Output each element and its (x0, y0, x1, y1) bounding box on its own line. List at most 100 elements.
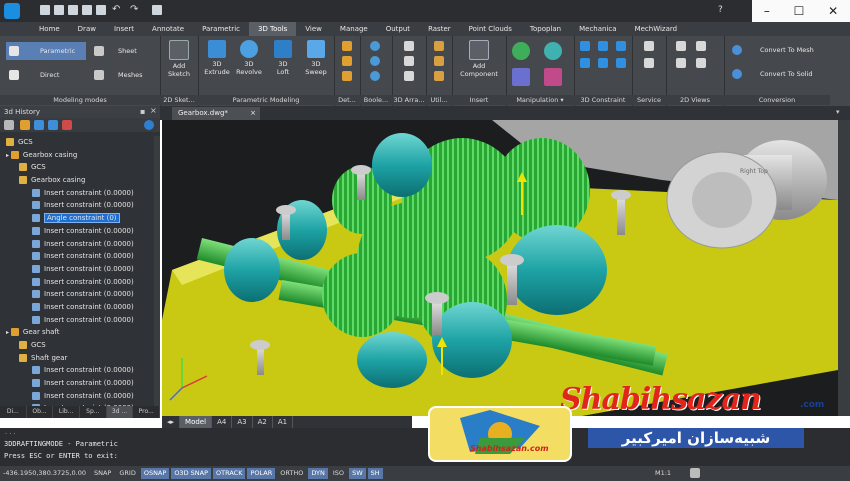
tab-raster[interactable]: Raster (419, 22, 460, 36)
quick-access-icon[interactable] (152, 5, 162, 15)
panel-close-icon[interactable]: × (150, 106, 157, 115)
union-icon[interactable] (370, 41, 380, 51)
toggle-ortho[interactable]: ORTHO (277, 468, 306, 479)
tree-item[interactable]: ▸ Gearbox casing (0, 149, 154, 162)
history-tool-icon-1[interactable] (20, 120, 30, 130)
panel-pin-icon[interactable]: ▪ (140, 107, 145, 116)
tree-item[interactable]: Insert constraint (0.0000) (0, 364, 154, 377)
constraint-icon-3[interactable] (616, 41, 626, 51)
panel-tab[interactable]: Pro... (133, 406, 161, 418)
tab-mechwizard[interactable]: MechWizard (626, 22, 687, 36)
undo-icon[interactable]: ↶ (112, 4, 120, 15)
tab-draw[interactable]: Draw (69, 22, 105, 36)
service-icon-1[interactable] (644, 41, 654, 51)
maximize-icon[interactable]: ☐ (794, 4, 805, 18)
layout-tab-a3[interactable]: A3 (232, 416, 253, 428)
save-icon[interactable] (68, 5, 78, 15)
toggle-o3d-snap[interactable]: O3D SNAP (171, 468, 211, 479)
panel-tab[interactable]: Ob... (27, 406, 54, 418)
util-icon-2[interactable] (434, 56, 444, 66)
viewport-scrollbar[interactable] (838, 120, 850, 416)
tree-item[interactable]: GCS (0, 339, 154, 352)
history-tool-icon-3[interactable] (48, 120, 58, 130)
sheet-button[interactable]: Sheet (92, 42, 156, 60)
tree-item[interactable]: Insert constraint (0.0000) (0, 263, 154, 276)
tree-item[interactable]: ▸ Gear shaft (0, 326, 154, 339)
redo-icon[interactable]: ↷ (130, 4, 138, 15)
help-icon[interactable]: ? (718, 5, 723, 15)
tree-item[interactable]: GCS (0, 136, 154, 149)
tab-annotate[interactable]: Annotate (143, 22, 193, 36)
panel-tab[interactable]: 3d ... (106, 406, 134, 418)
layout-tab-model[interactable]: Model (180, 416, 213, 428)
tree-item[interactable]: Insert constraint (0.0000) (0, 238, 154, 251)
tab-mechanica[interactable]: Mechanica (570, 22, 625, 36)
view-icon-4[interactable] (696, 58, 706, 68)
tree-item[interactable]: Insert constraint (0.0000) (0, 314, 154, 327)
constraint-icon-4[interactable] (580, 58, 590, 68)
close-tab-icon[interactable]: × (250, 107, 256, 120)
settings-icon[interactable] (690, 468, 700, 478)
view-icon-1[interactable] (676, 41, 686, 51)
add-component-button[interactable]: Add Component (456, 40, 502, 78)
detail-icon-1[interactable] (342, 41, 352, 51)
constraint-icon-2[interactable] (598, 41, 608, 51)
parametric-mode-button[interactable]: Parametric (6, 42, 86, 60)
tab-home[interactable]: Home (30, 22, 69, 36)
array-path-icon[interactable] (404, 71, 414, 81)
tree-item[interactable]: Angle constraint (0) (0, 212, 154, 225)
revolve-button[interactable]: 3D Revolve (234, 40, 264, 76)
subtract-icon[interactable] (370, 56, 380, 66)
tree-item[interactable]: Insert constraint (0.0000) (0, 250, 154, 263)
tree-item[interactable]: Insert constraint (0.0000) (0, 301, 154, 314)
util-icon-3[interactable] (434, 71, 444, 81)
tree-item[interactable]: Insert constraint (0.0000) (0, 187, 154, 200)
convert-to-mesh-button[interactable]: Convert To Mesh (730, 42, 828, 58)
meshes-button[interactable]: Meshes (92, 66, 156, 84)
util-icon-1[interactable] (434, 41, 444, 51)
view-icon-3[interactable] (676, 58, 686, 68)
layout-nav-icon[interactable]: ◂▸ (162, 416, 181, 428)
tab-overflow-icon[interactable]: ▾ (836, 108, 840, 116)
tree-item[interactable]: Insert constraint (0.0000) (0, 276, 154, 289)
toggle-polar[interactable]: POLAR (247, 468, 276, 479)
scale-readout[interactable]: M1:1 (652, 468, 674, 479)
service-icon-2[interactable] (644, 58, 654, 68)
array-rect-icon[interactable] (404, 41, 414, 51)
minimize-icon[interactable]: – (764, 4, 770, 18)
detail-icon-3[interactable] (342, 71, 352, 81)
help-circle-icon[interactable] (144, 120, 154, 130)
layout-tab-a1[interactable]: A1 (273, 416, 294, 428)
tree-item[interactable]: Insert constraint (0.0000) (0, 390, 154, 403)
direct-mode-button[interactable]: Direct (6, 66, 86, 84)
tree-item[interactable]: GCS (0, 161, 154, 174)
view-icon-2[interactable] (696, 41, 706, 51)
tree-item[interactable]: Insert constraint (0.0000) (0, 199, 154, 212)
panel-tab[interactable]: Lib... (53, 406, 81, 418)
3d-viewport[interactable]: Right Top (162, 120, 838, 416)
sweep-button[interactable]: 3D Sweep (301, 40, 331, 76)
tree-item[interactable]: Insert constraint (0.0000) (0, 225, 154, 238)
tree-item[interactable]: Insert constraint (0.0000) (0, 377, 154, 390)
tab-3d-tools[interactable]: 3D Tools (248, 22, 297, 36)
history-tool-icon-4[interactable] (62, 120, 72, 130)
layout-tab-a4[interactable]: A4 (212, 416, 233, 428)
panel-tab[interactable]: Sp... (80, 406, 107, 418)
detail-icon-2[interactable] (342, 56, 352, 66)
toggle-sw[interactable]: SW (349, 468, 366, 479)
toggle-otrack[interactable]: OTRACK (213, 468, 246, 479)
loft-button[interactable]: 3D Loft (268, 40, 298, 76)
constraint-icon-1[interactable] (580, 41, 590, 51)
tab-parametric[interactable]: Parametric (193, 22, 249, 36)
tab-insert[interactable]: Insert (105, 22, 143, 36)
panel-tab[interactable]: Di... (0, 406, 27, 418)
tab-topoplan[interactable]: Topoplan (521, 22, 570, 36)
save-as-icon[interactable] (82, 5, 92, 15)
add-sketch-button[interactable]: Add Sketch (164, 40, 194, 78)
view-label[interactable]: Right Top (740, 168, 768, 175)
command-prompt[interactable]: Press ESC or ENTER to exit: (4, 452, 118, 460)
toggle-dyn[interactable]: DYN (308, 468, 328, 479)
toggle-osnap[interactable]: OSNAP (140, 468, 170, 479)
toggle-snap[interactable]: SNAP (91, 468, 114, 479)
tab-point-clouds[interactable]: Point Clouds (460, 22, 521, 36)
